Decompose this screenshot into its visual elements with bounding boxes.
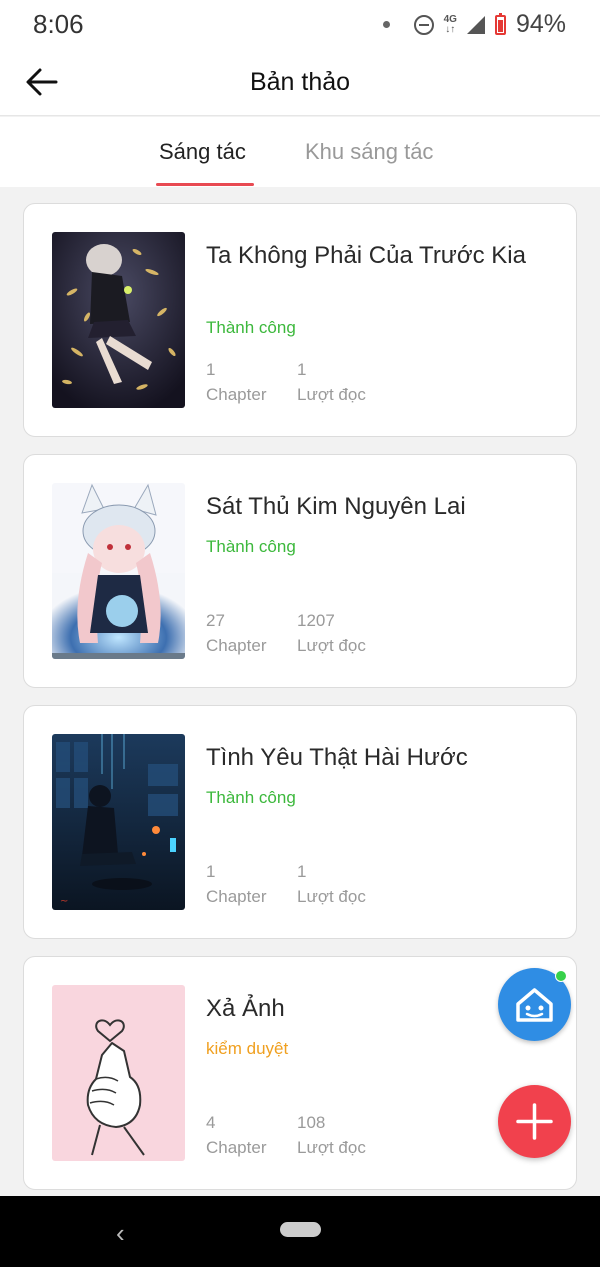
page-title: Bản thảo — [249, 68, 351, 96]
chapter-count-label: Chapter — [206, 385, 267, 404]
app-header: Bản thảo — [0, 50, 600, 116]
house-fab-button[interactable] — [498, 968, 571, 1041]
chapter-count-value: 27 — [206, 611, 225, 630]
plus-icon — [516, 1103, 553, 1140]
read-count-label: Lượt đọc — [297, 1138, 366, 1157]
story-status: Thành công — [206, 788, 296, 807]
status-time: 8:06 — [33, 9, 84, 39]
story-cover — [52, 232, 185, 408]
active-tab-indicator — [156, 183, 254, 186]
cover-image-finger-heart — [52, 985, 185, 1161]
story-status: Thành công — [206, 318, 296, 337]
story-cover — [52, 985, 185, 1161]
story-cover: ~ — [52, 734, 185, 910]
battery-percent: 94% — [515, 10, 566, 38]
cover-image-night-room: ~ — [52, 734, 185, 910]
signal-icon — [466, 15, 485, 34]
chapter-count-value: 1 — [206, 862, 216, 881]
chapter-count: 1 Chapter — [206, 357, 266, 407]
read-count-value: 1207 — [297, 611, 335, 630]
read-count: 108 Lượt đọc — [297, 1110, 366, 1160]
read-count: 1 Lượt đọc — [297, 357, 366, 407]
system-back-icon[interactable]: ‹ — [116, 1218, 125, 1249]
chapter-count-label: Chapter — [206, 887, 267, 906]
story-card[interactable]: Ta Không Phải Của Trước Kia Thành công 1… — [23, 203, 577, 437]
story-cover — [52, 483, 185, 659]
chapter-count-value: 1 — [206, 360, 216, 379]
svg-text:~: ~ — [60, 896, 68, 907]
system-nav-bar: ‹ — [0, 1196, 600, 1267]
tab-sang-tac[interactable]: Sáng tác — [159, 139, 246, 165]
story-title: Ta Không Phải Của Trước Kia — [206, 242, 526, 269]
read-count: 1 Lượt đọc — [297, 859, 366, 909]
chapter-count-label: Chapter — [206, 636, 267, 655]
cover-image-anime-girl-feathers — [52, 232, 185, 408]
read-count-value: 108 — [297, 1113, 326, 1132]
read-count-label: Lượt đọc — [297, 385, 366, 404]
chapter-count-label: Chapter — [206, 1138, 267, 1157]
status-icons: 4G ↓↑ 94% — [382, 10, 566, 39]
read-count-label: Lượt đọc — [297, 887, 366, 906]
story-status: kiểm duyệt — [206, 1039, 289, 1058]
story-card[interactable]: ~ Tình Yêu Thật Hài Hước Thành công 1 Ch… — [23, 705, 577, 939]
story-card[interactable]: Xả Ảnh kiểm duyệt 4 Chapter 108 Lượt đọc — [23, 956, 577, 1190]
system-home-pill[interactable] — [280, 1222, 321, 1237]
read-count-value: 1 — [297, 862, 307, 881]
network-type-icon: 4G ↓↑ — [443, 13, 457, 35]
status-bar: 8:06 4G ↓↑ 94% — [0, 0, 600, 50]
online-status-dot — [555, 970, 567, 982]
story-title: Sát Thủ Kim Nguyên Lai — [206, 493, 466, 520]
story-title: Xả Ảnh — [206, 995, 285, 1022]
tab-bar: Sáng tác Khu sáng tác — [0, 117, 600, 187]
story-card[interactable]: Sát Thủ Kim Nguyên Lai Thành công 27 Cha… — [23, 454, 577, 688]
network-type-label: 4G — [443, 13, 457, 25]
read-count: 1207 Lượt đọc — [297, 608, 366, 658]
chapter-count: 1 Chapter — [206, 859, 266, 909]
read-count-value: 1 — [297, 360, 307, 379]
story-list: Ta Không Phải Của Trước Kia Thành công 1… — [23, 203, 577, 1207]
read-count-label: Lượt đọc — [297, 636, 366, 655]
chapter-count: 27 Chapter — [206, 608, 266, 658]
cover-image-anime-catgirl — [52, 483, 185, 659]
chapter-count-value: 4 — [206, 1113, 216, 1132]
story-title: Tình Yêu Thật Hài Hước — [206, 744, 468, 771]
tab-khu-sang-tac[interactable]: Khu sáng tác — [305, 139, 433, 165]
add-story-button[interactable] — [498, 1085, 571, 1158]
do-not-disturb-icon — [413, 14, 434, 35]
chapter-count: 4 Chapter — [206, 1110, 266, 1160]
story-status: Thành công — [206, 537, 296, 556]
battery-icon — [494, 12, 506, 35]
notification-dot-icon — [382, 21, 390, 28]
